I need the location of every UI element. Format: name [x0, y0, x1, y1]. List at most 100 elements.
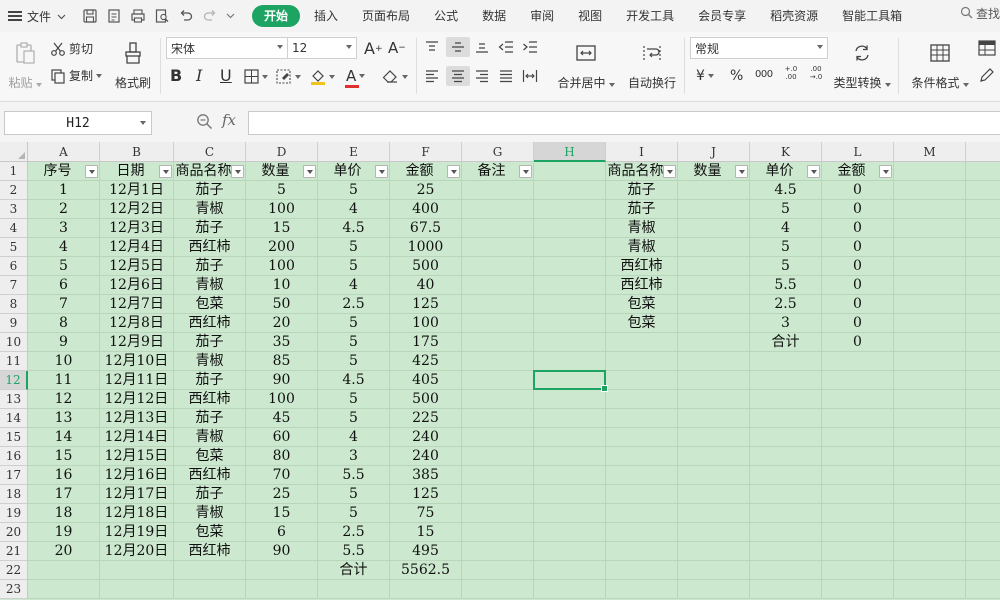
table-cell[interactable]: 青椒: [606, 238, 678, 257]
table-cell[interactable]: 85: [246, 352, 318, 371]
table-cell[interactable]: [822, 447, 894, 466]
table-cell[interactable]: 19: [28, 523, 100, 542]
table-cell[interactable]: [750, 352, 822, 371]
table-cell[interactable]: 240: [390, 447, 462, 466]
row-header[interactable]: 3: [0, 200, 28, 219]
table-cell[interactable]: 5: [318, 485, 390, 504]
table-cell[interactable]: 60: [246, 428, 318, 447]
table-cell[interactable]: [462, 466, 534, 485]
conditional-format-button[interactable]: 条件格式: [908, 38, 972, 94]
table-cell[interactable]: 12月8日: [100, 314, 174, 333]
table-cell[interactable]: [750, 447, 822, 466]
filter-dropdown-icon[interactable]: [807, 165, 820, 178]
table-cell[interactable]: 12月14日: [100, 428, 174, 447]
table-cell[interactable]: 10: [246, 276, 318, 295]
table-cell[interactable]: 4: [318, 200, 390, 219]
table-cell[interactable]: 12月5日: [100, 257, 174, 276]
table-cell[interactable]: [606, 523, 678, 542]
filter-dropdown-icon[interactable]: [519, 165, 532, 178]
column-header-a[interactable]: A: [28, 142, 100, 162]
table-cell[interactable]: [534, 352, 606, 371]
table-cell[interactable]: 75: [390, 504, 462, 523]
table-cell[interactable]: [894, 352, 966, 371]
filter-dropdown-icon[interactable]: [735, 165, 748, 178]
table-cell[interactable]: 茄子: [606, 181, 678, 200]
table-cell[interactable]: 405: [390, 371, 462, 390]
table-cell[interactable]: 12月11日: [100, 371, 174, 390]
table-cell[interactable]: 90: [246, 371, 318, 390]
table-cell[interactable]: 12月9日: [100, 333, 174, 352]
table-cell[interactable]: 0: [822, 276, 894, 295]
table-cell[interactable]: [966, 181, 1000, 200]
row-header[interactable]: 13: [0, 390, 28, 409]
table-cell[interactable]: 4.5: [750, 181, 822, 200]
table-cell[interactable]: 385: [390, 466, 462, 485]
table-cell[interactable]: [894, 295, 966, 314]
table-cell[interactable]: [822, 352, 894, 371]
table-cell[interactable]: 12月20日: [100, 542, 174, 561]
function-icon[interactable]: fx: [222, 111, 236, 129]
table-cell[interactable]: 100: [246, 200, 318, 219]
table-cell[interactable]: [894, 428, 966, 447]
row-header[interactable]: 23: [0, 580, 28, 599]
table-cell[interactable]: 5.5: [318, 466, 390, 485]
table-cell[interactable]: 67.5: [390, 219, 462, 238]
table-cell[interactable]: [462, 314, 534, 333]
table-style-button[interactable]: [978, 40, 996, 56]
table-cell[interactable]: [534, 542, 606, 561]
table-cell[interactable]: [678, 504, 750, 523]
bold-button[interactable]: B: [170, 66, 182, 85]
table-cell[interactable]: [822, 371, 894, 390]
underline-button[interactable]: U: [220, 66, 232, 85]
table-cell[interactable]: 4.5: [318, 219, 390, 238]
table-cell[interactable]: [462, 200, 534, 219]
tab-0[interactable]: 开始: [252, 5, 301, 27]
table-cell[interactable]: [606, 561, 678, 580]
table-cell[interactable]: [894, 409, 966, 428]
table-cell[interactable]: 12月4日: [100, 238, 174, 257]
table-cell[interactable]: 12月7日: [100, 295, 174, 314]
table-cell[interactable]: 5: [318, 390, 390, 409]
table-cell[interactable]: [534, 371, 606, 390]
table-cell[interactable]: [534, 276, 606, 295]
table-cell[interactable]: 5: [750, 257, 822, 276]
increase-font-button[interactable]: A +: [364, 39, 383, 58]
distributed-button[interactable]: [522, 69, 538, 83]
tab-8[interactable]: 会员专享: [688, 5, 756, 27]
table-cell[interactable]: [678, 219, 750, 238]
table-cell[interactable]: [750, 561, 822, 580]
table-cell[interactable]: [966, 447, 1000, 466]
table-cell[interactable]: [678, 390, 750, 409]
table-cell[interactable]: 225: [390, 409, 462, 428]
header-cell[interactable]: [894, 162, 966, 181]
table-cell[interactable]: [966, 238, 1000, 257]
align-center-button[interactable]: [446, 66, 470, 86]
row-header[interactable]: 6: [0, 257, 28, 276]
filter-dropdown-icon[interactable]: [231, 165, 244, 178]
filter-dropdown-icon[interactable]: [159, 165, 172, 178]
table-cell[interactable]: [822, 523, 894, 542]
cell-style-button[interactable]: [276, 69, 301, 84]
table-cell[interactable]: 青椒: [174, 200, 246, 219]
table-cell[interactable]: [966, 504, 1000, 523]
table-cell[interactable]: 5.5: [318, 542, 390, 561]
table-cell[interactable]: 50: [246, 295, 318, 314]
table-cell[interactable]: 0: [822, 181, 894, 200]
increase-decimal-button[interactable]: +.0 .00: [780, 65, 802, 81]
formula-input[interactable]: [248, 111, 1000, 135]
table-cell[interactable]: 青椒: [174, 352, 246, 371]
table-cell[interactable]: 5: [750, 238, 822, 257]
table-cell[interactable]: [174, 561, 246, 580]
table-cell[interactable]: 6: [28, 276, 100, 295]
table-cell[interactable]: [678, 466, 750, 485]
row-header[interactable]: 19: [0, 504, 28, 523]
table-cell[interactable]: [534, 504, 606, 523]
table-cell[interactable]: [606, 447, 678, 466]
table-cell[interactable]: 35: [246, 333, 318, 352]
table-cell[interactable]: 200: [246, 238, 318, 257]
table-cell[interactable]: [678, 238, 750, 257]
table-cell[interactable]: 0: [822, 314, 894, 333]
column-header-k[interactable]: K: [750, 142, 822, 162]
row-header[interactable]: 7: [0, 276, 28, 295]
table-cell[interactable]: 40: [390, 276, 462, 295]
